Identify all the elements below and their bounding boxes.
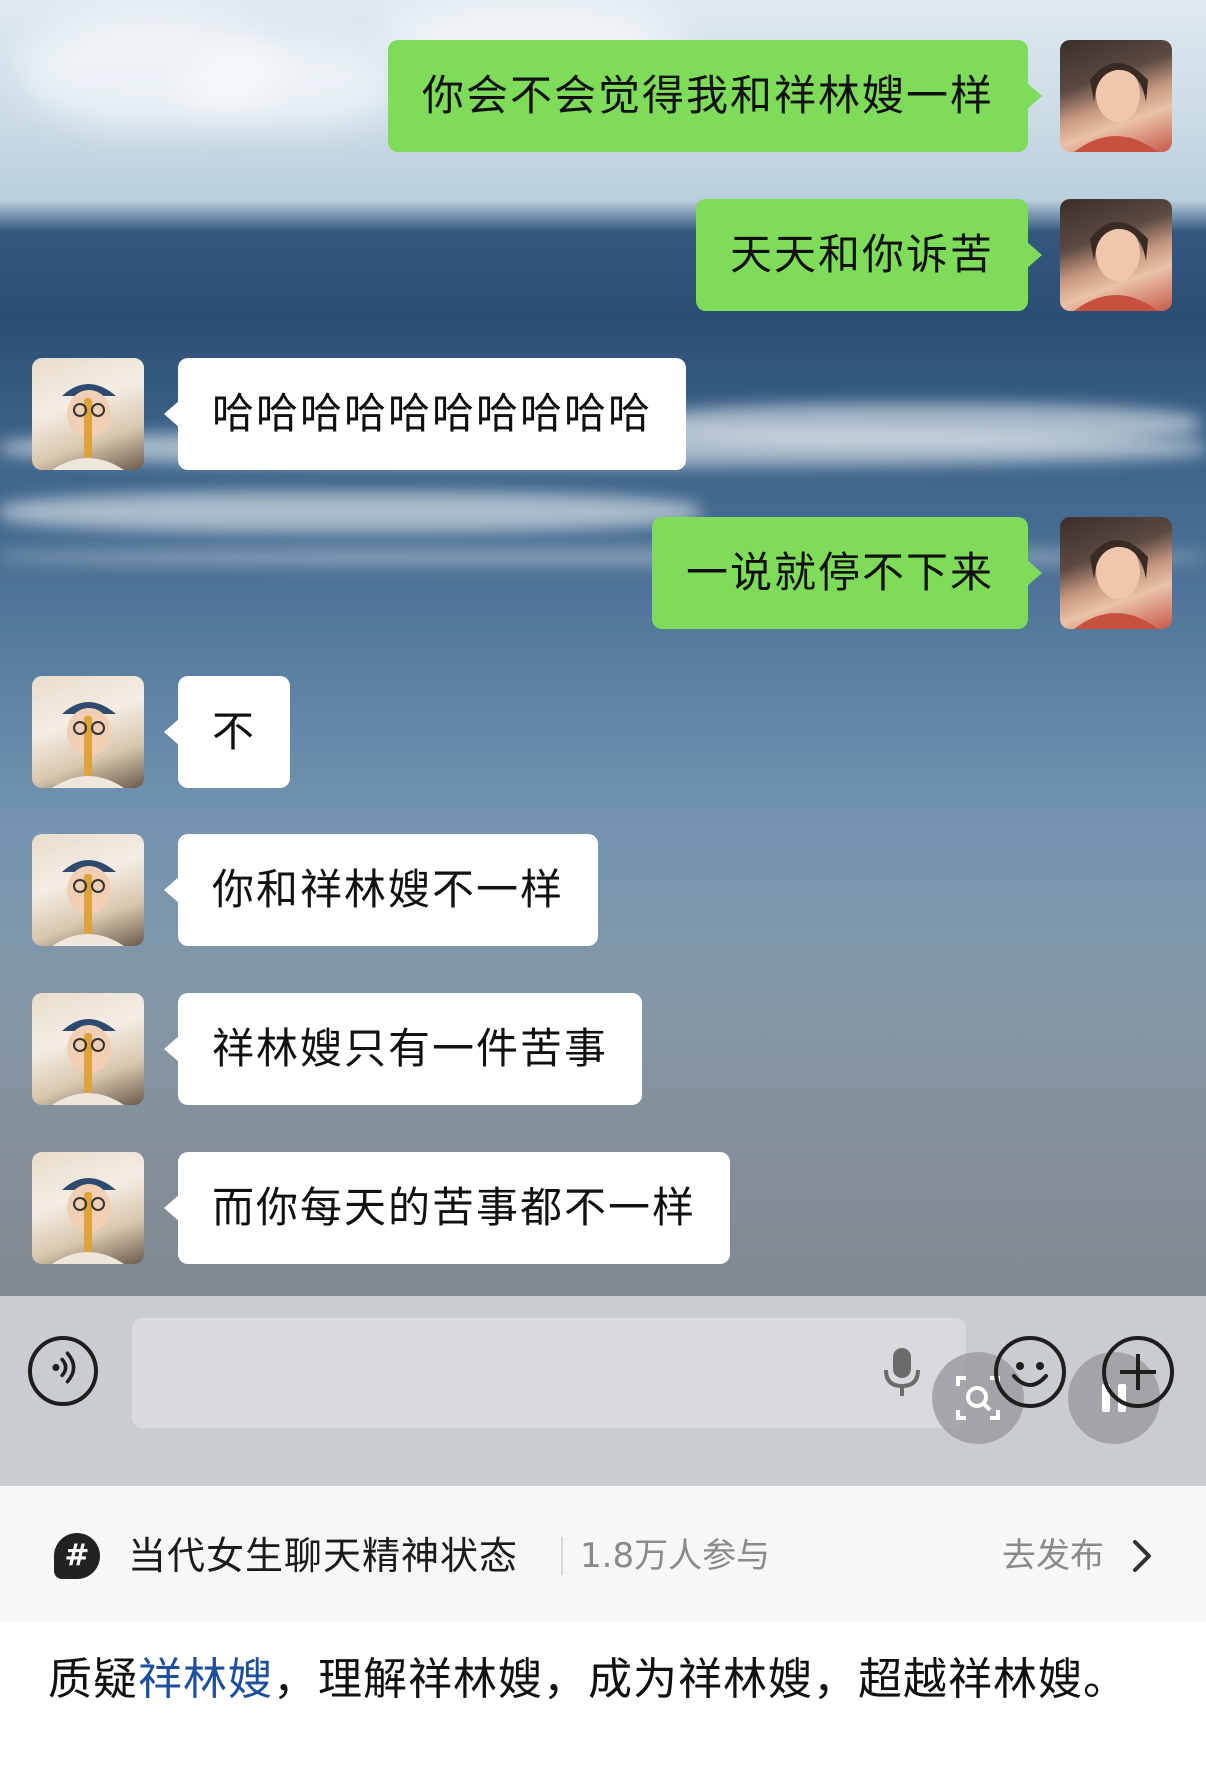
wave-foam [0,492,700,532]
hashtag-icon: # [54,1533,100,1579]
chevron-right-icon[interactable] [1130,1538,1154,1574]
voice-mode-icon [52,1351,76,1384]
portrait-icon [1074,540,1158,629]
wave-foam [640,404,1200,444]
friend-message-bubble[interactable]: 哈哈哈哈哈哈哈哈哈哈 [163,358,687,470]
caption-text: ，理解祥林嫂，成为祥林嫂，超越祥林嫂。 [273,1654,1128,1705]
caption-link[interactable]: 祥林嫂 [138,1654,273,1705]
divider [561,1537,563,1575]
friend-avatar[interactable] [32,676,144,788]
portrait-icon [52,1019,124,1105]
post-caption: 质疑祥林嫂，理解祥林嫂，成为祥林嫂，超越祥林嫂。 [48,1648,1168,1712]
cloud [180,40,400,130]
more-plus-button[interactable] [1102,1336,1174,1408]
portrait-icon [52,384,124,470]
topic-title[interactable]: 当代女生聊天精神状态 [128,1530,518,1582]
publish-link[interactable]: 去发布 [1002,1530,1104,1582]
portrait-icon [52,860,124,946]
friend-message-bubble[interactable]: 你和祥林嫂不一样 [163,834,599,946]
my-message-bubble[interactable]: 天天和你诉苦 [695,199,1043,311]
my-message-bubble[interactable]: 你会不会觉得我和祥林嫂一样 [387,40,1043,152]
friend-message-bubble[interactable]: 而你每天的苦事都不一样 [163,1152,731,1264]
caption-prefix: 质疑 [48,1654,138,1705]
portrait-icon [1074,63,1158,152]
my-avatar[interactable] [1060,40,1172,152]
topic-participants: 1.8万人参与 [580,1536,771,1576]
friend-message-bubble[interactable]: 祥林嫂只有一件苦事 [163,993,643,1105]
my-avatar[interactable] [1060,517,1172,629]
emoji-button[interactable] [994,1336,1066,1408]
friend-avatar[interactable] [32,834,144,946]
portrait-icon [52,1178,124,1264]
friend-avatar[interactable] [32,358,144,470]
friend-avatar[interactable] [32,993,144,1105]
portrait-icon [1074,222,1158,311]
portrait-icon [52,702,124,788]
chat-area: 你会不会觉得我和祥林嫂一样 天天和你诉苦 哈哈哈哈哈哈哈哈哈哈 一说就停不下来 … [0,0,1206,1296]
my-message-bubble[interactable]: 一说就停不下来 [651,517,1043,629]
emoji-icon [1012,1362,1048,1387]
my-avatar[interactable] [1060,199,1172,311]
friend-message-bubble[interactable]: 不 [163,676,291,788]
microphone-icon[interactable] [880,1346,924,1398]
plus-icon [1120,1354,1156,1390]
voice-mode-button[interactable] [28,1336,98,1406]
message-input[interactable] [132,1318,966,1428]
friend-avatar[interactable] [32,1152,144,1264]
